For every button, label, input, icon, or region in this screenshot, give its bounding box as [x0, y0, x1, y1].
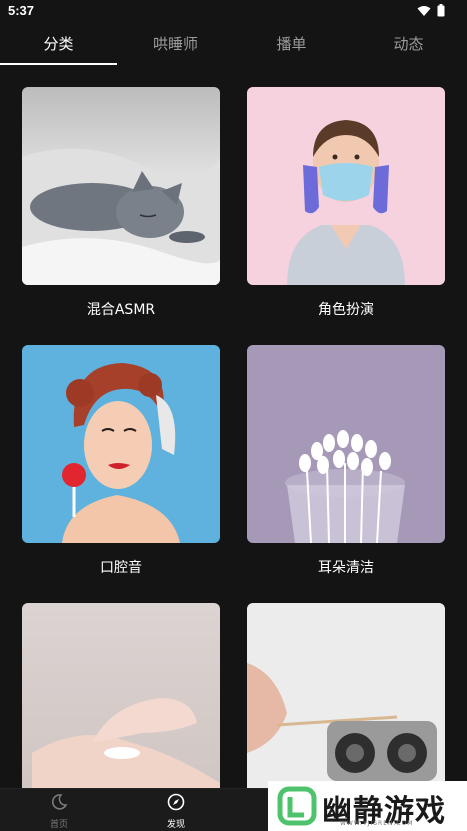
category-card-mixed-asmr[interactable]: 混合ASMR — [22, 87, 220, 319]
category-card-ear-cleaning[interactable]: 耳朵清洁 — [247, 345, 445, 577]
category-label: 耳朵清洁 — [318, 560, 374, 576]
site-watermark: 幽静游戏 WWW.YJISREN.COM — [268, 781, 467, 831]
tab-sleep-coach[interactable]: 哄睡师 — [117, 22, 234, 66]
status-icons — [417, 4, 445, 17]
tab-categories[interactable]: 分类 — [0, 22, 117, 66]
tab-feed[interactable]: 动态 — [350, 22, 467, 66]
nav-item-discover[interactable]: 发现 — [146, 793, 206, 830]
top-tabs: 分类 哄睡师 播单 动态 — [0, 22, 467, 66]
category-card-hands[interactable] — [22, 603, 220, 788]
category-card-roleplay[interactable]: 角色扮演 — [247, 87, 445, 319]
nav-label-discover: 发现 — [166, 820, 185, 830]
category-label: 混合ASMR — [86, 302, 156, 318]
watermark-logo-icon — [277, 786, 317, 826]
battery-icon — [437, 4, 445, 17]
cotton-swab-microphone-image — [247, 603, 445, 788]
hands-with-lotion-image — [22, 603, 220, 788]
cotton-swabs-image — [247, 345, 445, 543]
nav-label-home: 首页 — [49, 820, 68, 830]
active-tab-indicator — [0, 63, 117, 65]
category-label: 口腔音 — [100, 560, 142, 576]
wifi-icon — [417, 5, 431, 16]
status-time: 5:37 — [8, 3, 35, 18]
nav-item-home[interactable]: 首页 — [29, 793, 89, 830]
tab-playlists[interactable]: 播单 — [233, 22, 350, 66]
category-grid: 混合ASMR 角色扮演 口腔音 耳朵清洁 — [0, 66, 467, 788]
category-label: 角色扮演 — [318, 302, 374, 318]
sleeping-cat-image — [22, 87, 220, 285]
category-card-microphone[interactable] — [247, 603, 445, 788]
status-bar: 5:37 — [0, 0, 467, 22]
compass-icon — [167, 793, 185, 811]
moon-icon — [51, 794, 68, 810]
nurse-with-mask-image — [247, 87, 445, 285]
watermark-url: WWW.YJISREN.COM — [340, 820, 414, 827]
woman-with-lollipop-image — [22, 345, 220, 543]
category-card-mouth-sounds[interactable]: 口腔音 — [22, 345, 220, 577]
